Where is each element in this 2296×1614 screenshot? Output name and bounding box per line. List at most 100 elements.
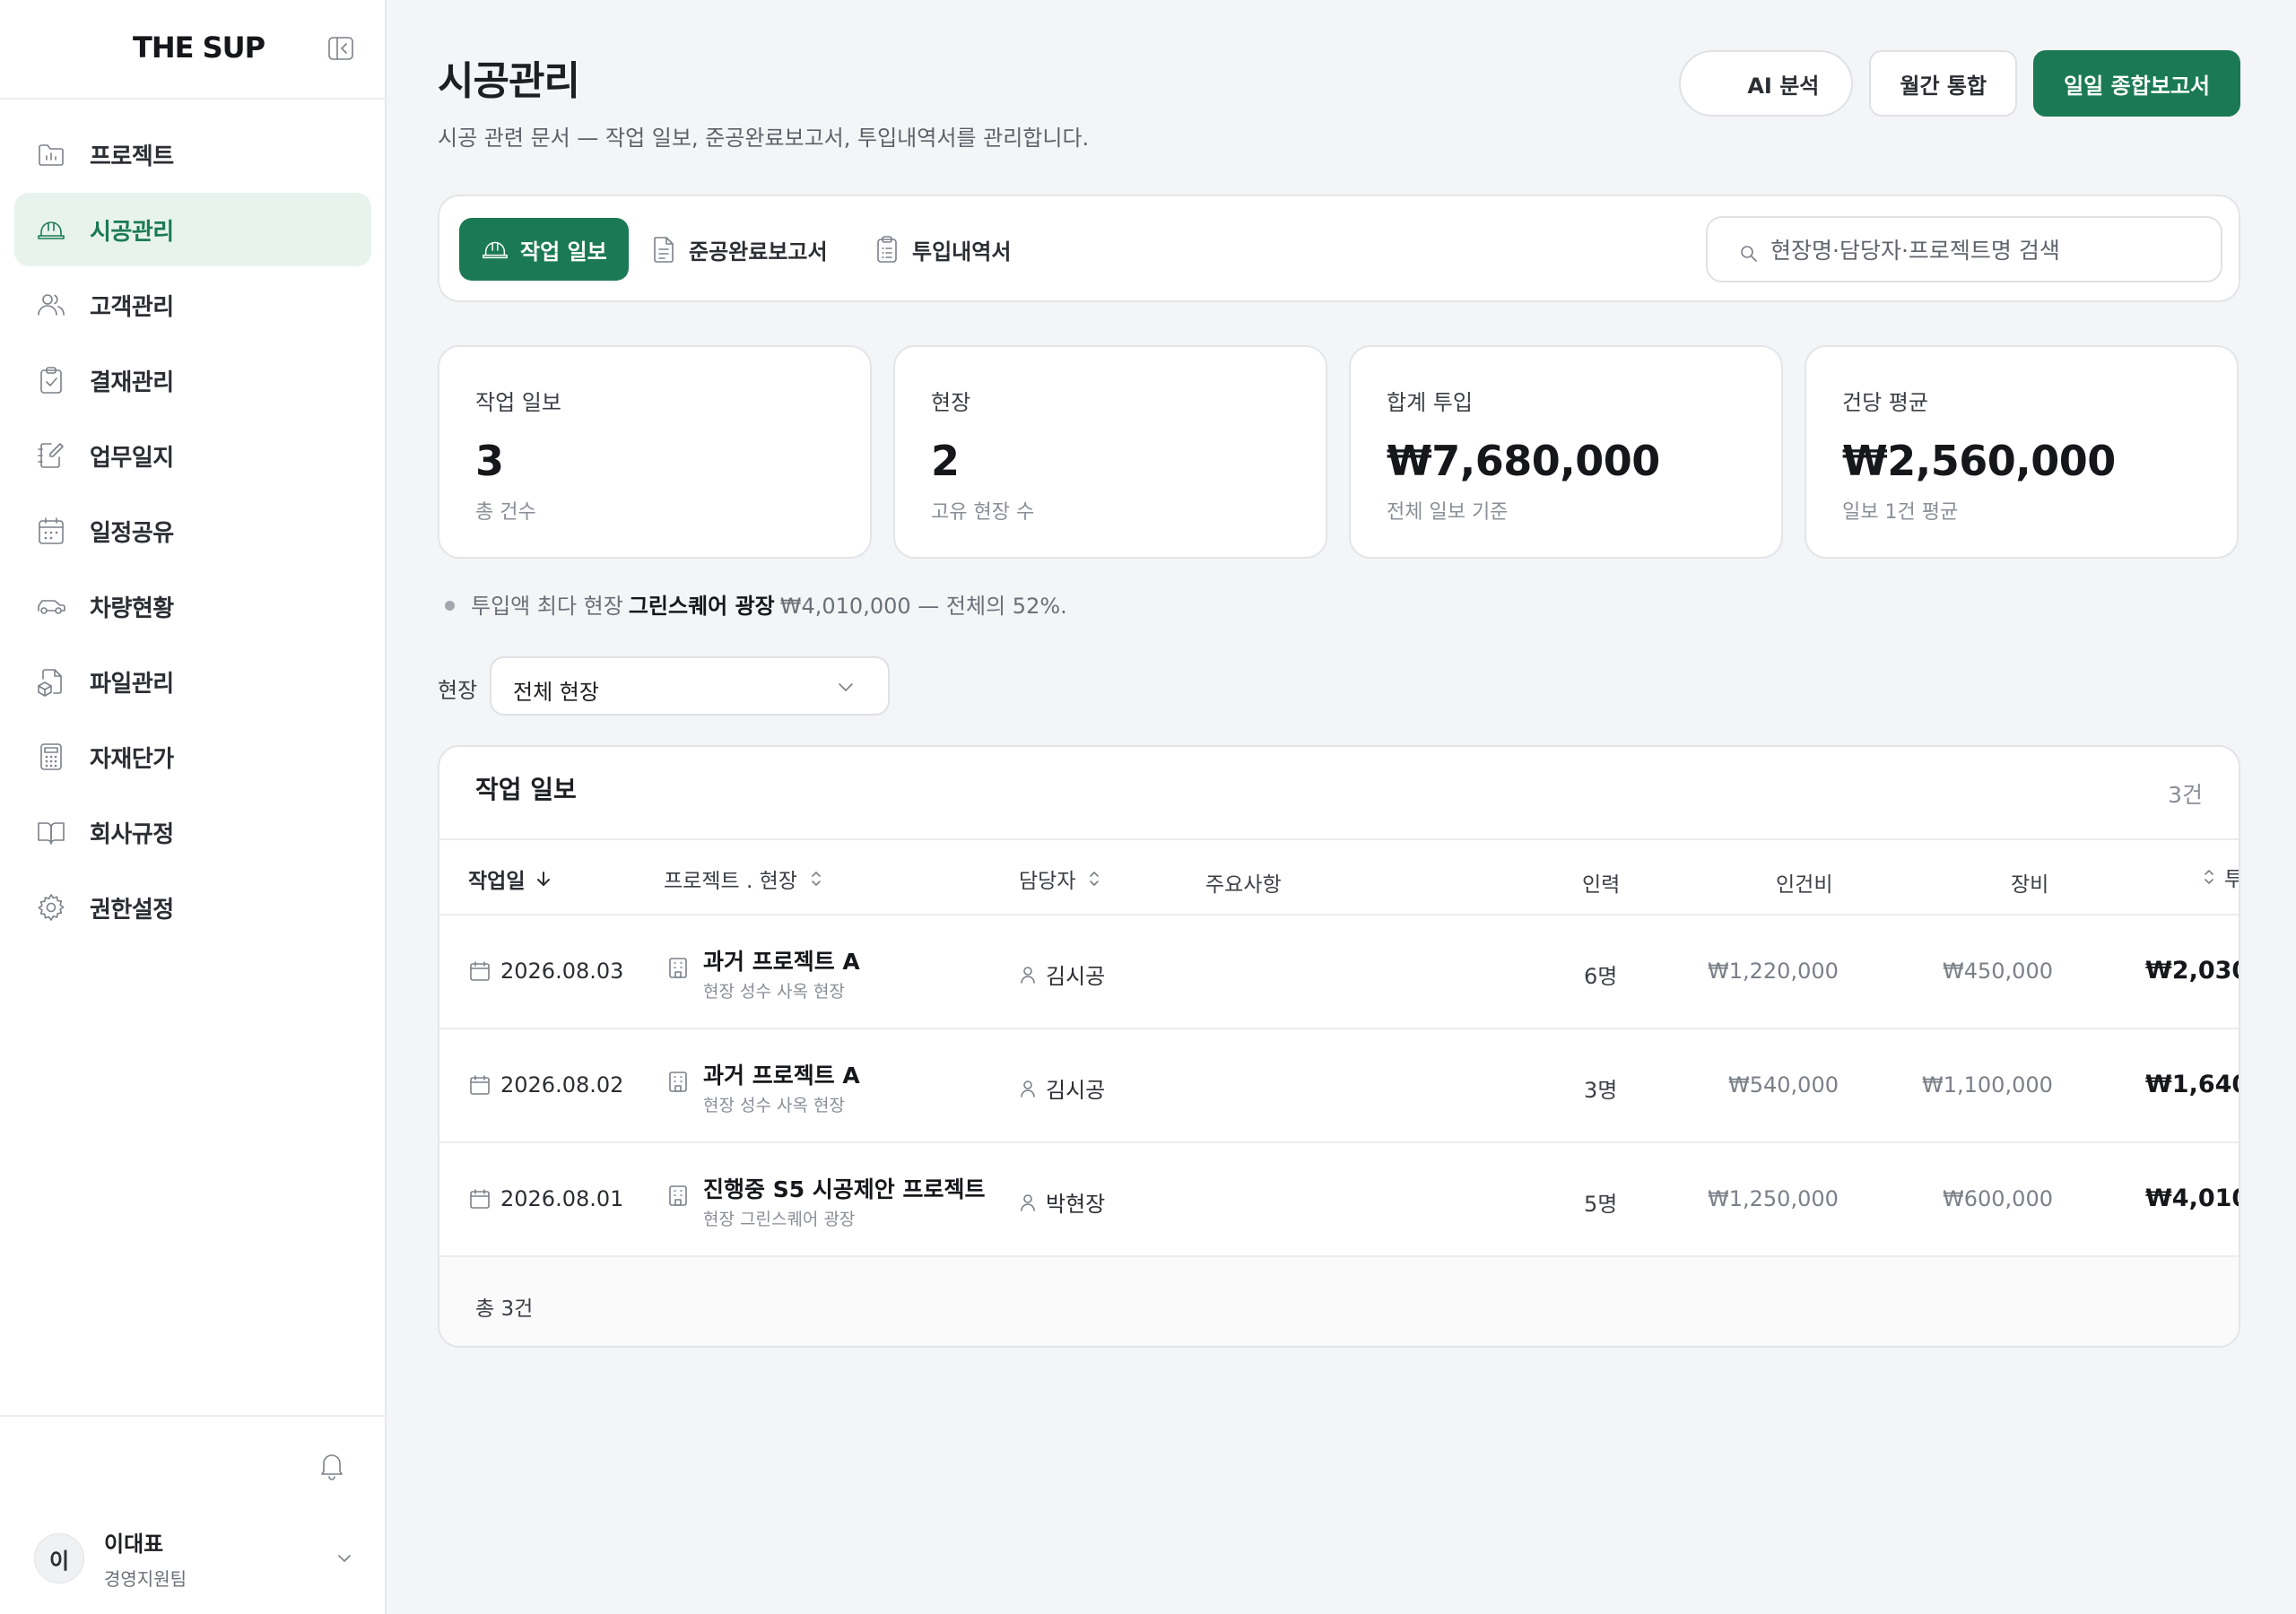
column-label: 작업일 — [468, 870, 526, 893]
sidebar-item-label: 차량현황 — [90, 594, 174, 622]
insight-amount: ₩4,010,000 — — [779, 594, 940, 619]
brand-header: THE SUP — [0, 0, 385, 100]
sidebar-item-customers[interactable]: 고객관리 — [14, 268, 371, 342]
folder-chart-icon — [36, 139, 66, 169]
site-filter-value: 전체 현장 — [513, 680, 599, 705]
sidebar-item-files[interactable]: 파일관리 — [14, 645, 371, 718]
total-cell: ₩4,010,000 — [2145, 1184, 2239, 1212]
date-text: 2026.08.02 — [500, 1072, 624, 1098]
users-icon — [36, 290, 66, 320]
manager-name: 김시공 — [1046, 964, 1106, 989]
insight-share: 52%. — [1012, 594, 1067, 619]
column-labor: 인건비 — [1776, 867, 1832, 898]
stat-value: ₩2,560,000 — [1842, 437, 2116, 485]
table-row[interactable]: 2026.08.03 과거 프로젝트 A 현장 성수 사옥 현장 김시공 6명 … — [439, 915, 2239, 1029]
sort-icon — [806, 869, 826, 889]
date-text: 2026.08.01 — [500, 1186, 624, 1211]
hard-hat-icon — [481, 235, 509, 264]
column-manager[interactable]: 담당자 — [1019, 863, 1104, 894]
stat-value: 2 — [931, 437, 960, 485]
workers-cell: 5명 — [1584, 1192, 1618, 1217]
stat-caption: 전체 일보 기준 — [1387, 501, 1509, 524]
tab-label: 준공완료보고서 — [689, 239, 828, 265]
labor-cell: ₩1,250,000 — [1708, 1186, 1839, 1211]
tab-completion-report[interactable]: 준공완료보고서 — [628, 218, 849, 281]
monthly-summary-button[interactable]: 월간 통합 — [1869, 50, 2018, 117]
equipment-cell: ₩450,000 — [1943, 959, 2053, 984]
brand-logo[interactable]: THE SUP — [133, 30, 265, 65]
sidebar-item-label: 프로젝트 — [90, 143, 174, 170]
tab-label: 투입내역서 — [912, 239, 1012, 265]
sidebar-item-materials[interactable]: 자재단가 — [14, 720, 371, 794]
table-row[interactable]: 2026.08.02 과거 프로젝트 A 현장 성수 사옥 현장 김시공 3명 … — [439, 1029, 2239, 1143]
insight-site: 그린스퀘어 광장 — [628, 594, 775, 619]
labor-cell: ₩540,000 — [1728, 1072, 1839, 1098]
date-cell: 2026.08.01 — [468, 1186, 623, 1211]
sort-icon — [2199, 867, 2219, 887]
calendar-icon — [468, 1073, 491, 1097]
sidebar-item-label: 자재단가 — [90, 745, 174, 773]
stat-value: ₩7,680,000 — [1387, 437, 1660, 485]
sidebar-item-construction[interactable]: 시공관리 — [14, 193, 371, 266]
search-input[interactable] — [1770, 225, 2210, 275]
manager-name: 김시공 — [1046, 1078, 1106, 1103]
sidebar-item-approvals[interactable]: 결재관리 — [14, 343, 371, 417]
user-info: 이대표 경영지원팀 — [104, 1526, 187, 1591]
calendar-icon — [36, 516, 66, 546]
sidebar-item-label: 고객관리 — [90, 293, 174, 321]
building-icon — [665, 1183, 691, 1208]
calendar-icon — [468, 959, 491, 983]
sidebar-item-schedule[interactable]: 일정공유 — [14, 494, 371, 568]
bell-icon[interactable] — [316, 1449, 348, 1481]
table-header: 작업일 프로젝트 . 현장 담당자 주요사항 인력 인건비 장비 — [439, 838, 2239, 915]
sidebar-item-label: 파일관리 — [90, 670, 174, 698]
column-label: 장비 — [2011, 873, 2049, 897]
document-icon — [649, 235, 678, 264]
tab-work-report[interactable]: 작업 일보 — [459, 218, 629, 281]
user-icon — [1019, 1193, 1037, 1212]
project-name[interactable]: 과거 프로젝트 A — [703, 944, 860, 976]
sidebar-item-label: 권한설정 — [90, 896, 174, 924]
tab-input-statement[interactable]: 투입내역서 — [851, 218, 1032, 281]
stat-card-reports: 작업 일보 3 총 건수 — [438, 345, 872, 559]
page-title: 시공관리 — [438, 58, 580, 104]
sidebar-item-worklog[interactable]: 업무일지 — [14, 419, 371, 492]
notebook-pen-icon — [36, 440, 66, 471]
column-label: 프로젝트 . 현장 — [664, 870, 797, 893]
table-footer: 총 3건 — [439, 1257, 2239, 1346]
sidebar-item-vehicles[interactable]: 차량현황 — [14, 569, 371, 643]
site-filter-label: 현장 — [438, 678, 478, 703]
table-row[interactable]: 2026.08.01 진행중 S5 시공제안 프로젝트 현장 그린스퀘어 광장 … — [439, 1143, 2239, 1257]
project-name[interactable]: 진행중 S5 시공제안 프로젝트 — [703, 1172, 986, 1204]
stat-caption: 고유 현장 수 — [931, 501, 1035, 524]
project-name[interactable]: 과거 프로젝트 A — [703, 1058, 860, 1090]
labor-cell: ₩1,220,000 — [1708, 959, 1839, 984]
table-title: 작업 일보 — [475, 775, 577, 804]
sidebar-item-permissions[interactable]: 권한설정 — [14, 871, 371, 944]
tab-label: 작업 일보 — [520, 239, 607, 265]
total-cell: ₩2,030,000 — [2145, 957, 2239, 985]
work-report-table-card: 작업 일보 3건 작업일 프로젝트 . 현장 담당자 주요사항 인력 인건비 장… — [438, 745, 2240, 1348]
column-label: 담당자 — [1019, 870, 1076, 893]
avatar: 이 — [34, 1533, 84, 1584]
collapse-sidebar-icon[interactable] — [326, 34, 355, 63]
daily-report-button[interactable]: 일일 종합보고서 — [2033, 50, 2240, 117]
column-project[interactable]: 프로젝트 . 현장 — [664, 863, 826, 894]
clipboard-check-icon — [36, 365, 66, 395]
column-date[interactable]: 작업일 — [468, 863, 553, 894]
column-label: 투 — [2224, 862, 2239, 892]
sidebar-item-label: 일정공유 — [90, 519, 174, 547]
chevron-down-icon — [332, 1546, 357, 1571]
sidebar-nav: 프로젝트 시공관리 고객관리 결재관리 업무일지 일정공유 차량현황 파일관리 — [14, 117, 371, 946]
site-filter-select[interactable]: 전체 현장 — [490, 656, 890, 716]
column-equipment: 장비 — [2011, 867, 2048, 898]
sidebar-item-policies[interactable]: 회사규정 — [14, 795, 371, 869]
sidebar-item-projects[interactable]: 프로젝트 — [14, 117, 371, 191]
page-description: 시공 관련 문서 — 작업 일보, 준공완료보고서, 투입내역서를 관리합니다. — [438, 126, 1090, 151]
ai-analysis-button[interactable]: AI 분석 — [1679, 50, 1854, 117]
column-total[interactable]: 투 — [2199, 862, 2239, 892]
column-workers: 인력 — [1582, 867, 1620, 898]
stat-label: 현장 — [931, 390, 971, 415]
building-icon — [665, 1069, 691, 1094]
user-menu[interactable]: 이 이대표 경영지원팀 — [34, 1523, 357, 1594]
